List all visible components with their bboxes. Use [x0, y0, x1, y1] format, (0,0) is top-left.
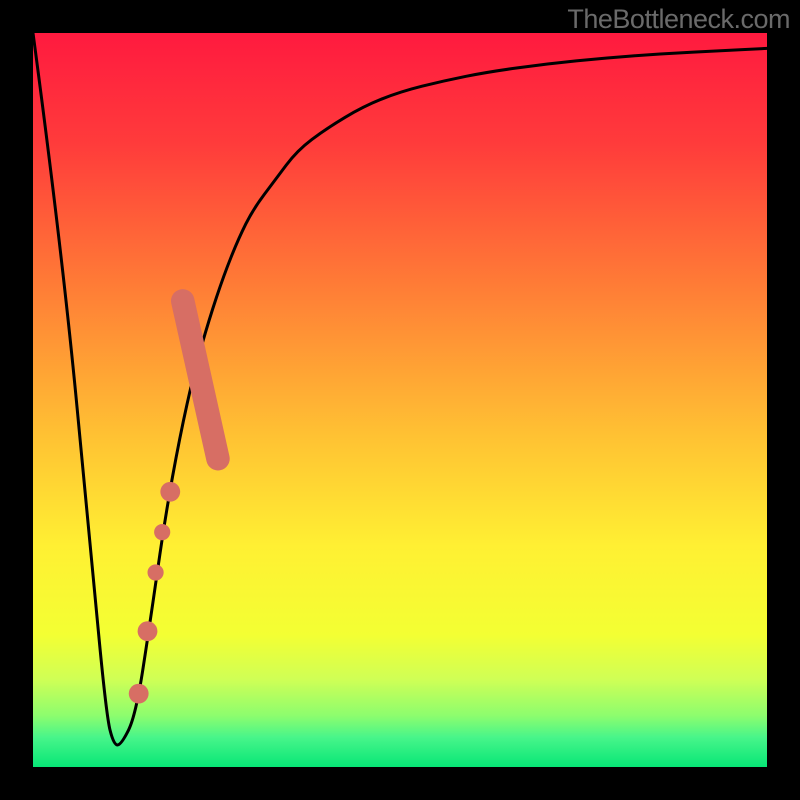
marker-dot-5 [129, 684, 149, 704]
plot-area [33, 33, 767, 767]
marker-dot-1 [160, 482, 180, 502]
chart-background [33, 33, 767, 767]
chart-frame: TheBottleneck.com [0, 0, 800, 800]
watermark-text: TheBottleneck.com [567, 4, 790, 35]
marker-dot-3 [148, 564, 164, 580]
marker-dot-2 [154, 524, 170, 540]
marker-dot-4 [138, 621, 158, 641]
bottleneck-chart-svg [33, 33, 767, 767]
